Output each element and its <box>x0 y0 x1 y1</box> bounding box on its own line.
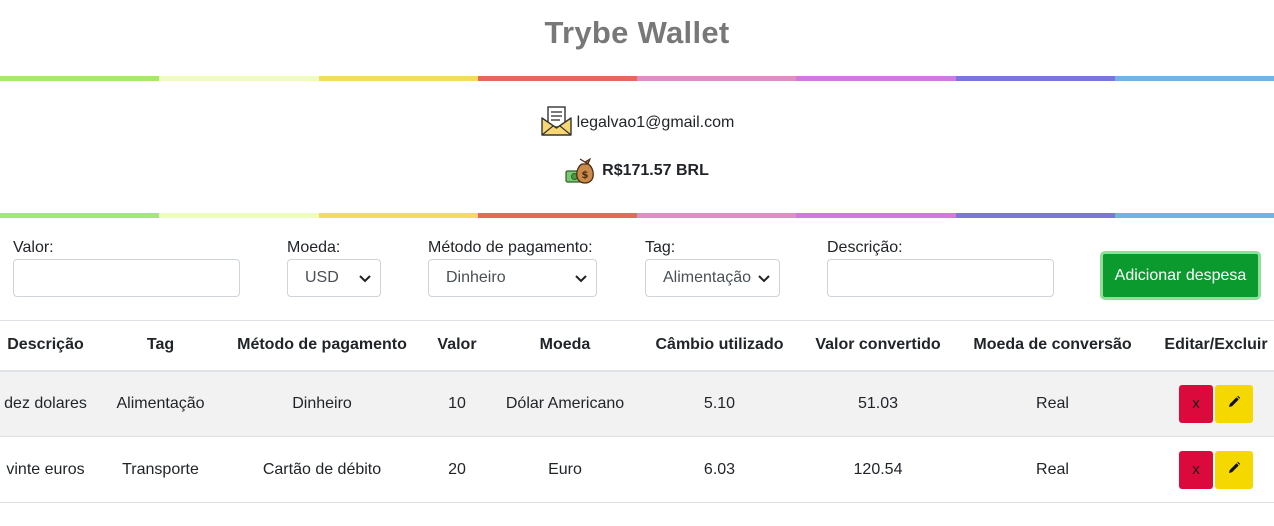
header-descricao: Descrição <box>0 320 91 372</box>
moeda-label: Moeda: <box>287 239 341 256</box>
cell-tag: Transporte <box>91 436 230 503</box>
descricao-input[interactable] <box>827 259 1054 297</box>
cell-conversao: Real <box>947 370 1158 437</box>
svg-text:$: $ <box>582 170 589 181</box>
tag-select-value: Alimentação <box>663 269 752 286</box>
email-row: legalvao1@gmail.com <box>540 105 735 142</box>
cell-acoes: x <box>1158 436 1274 503</box>
header-metodo: Método de pagamento <box>230 320 414 372</box>
header-moeda: Moeda <box>500 320 630 372</box>
wallet-total: R$171.57 BRL <box>602 162 709 179</box>
chevron-down-icon <box>358 271 372 285</box>
metodo-label: Método de pagamento: <box>428 239 593 256</box>
moeda-select-value: USD <box>305 269 339 286</box>
descricao-label: Descrição: <box>827 239 903 256</box>
valor-input[interactable] <box>13 259 240 297</box>
add-expense-button[interactable]: Adicionar despesa <box>1100 251 1261 300</box>
edit-button[interactable] <box>1215 384 1253 423</box>
tag-label: Tag: <box>645 239 676 256</box>
envelope-letter-icon <box>540 105 573 142</box>
header-acoes: Editar/Excluir <box>1158 320 1274 372</box>
cell-valor: 20 <box>414 436 500 503</box>
cell-acoes: x <box>1158 370 1274 437</box>
chevron-down-icon <box>757 271 771 285</box>
app-title: Trybe Wallet <box>544 15 730 50</box>
header-cambio: Câmbio utilizado <box>630 320 809 372</box>
chevron-down-icon <box>574 271 588 285</box>
cell-moeda: Euro <box>500 436 630 503</box>
cell-tag: Alimentação <box>91 370 230 437</box>
delete-button[interactable]: x <box>1179 384 1213 423</box>
cell-valor: 10 <box>414 370 500 437</box>
table-header-row: Descrição Tag Método de pagamento Valor … <box>0 320 1274 372</box>
header-conversao: Moeda de conversão <box>947 320 1158 372</box>
cell-descricao: dez dolares <box>0 370 91 437</box>
cell-convertido: 120.54 <box>809 436 947 503</box>
cell-cambio: 5.10 <box>630 370 809 437</box>
rainbow-divider-top <box>0 76 1274 81</box>
header-valor: Valor <box>414 320 500 372</box>
tag-select[interactable]: Alimentação <box>645 259 780 297</box>
header-convertido: Valor convertido <box>809 320 947 372</box>
pencil-icon <box>1227 395 1241 412</box>
table-row: vinte euros Transporte Cartão de débito … <box>0 436 1274 503</box>
total-row: $ R$171.57 BRL <box>565 154 709 188</box>
cell-descricao: vinte euros <box>0 436 91 503</box>
user-panel: legalvao1@gmail.com $ R$171.57 BRL <box>0 81 1274 213</box>
edit-button[interactable] <box>1215 450 1253 489</box>
cell-metodo: Dinheiro <box>230 370 414 437</box>
metodo-select[interactable]: Dinheiro <box>428 259 597 297</box>
expenses-table: Descrição Tag Método de pagamento Valor … <box>0 320 1274 503</box>
money-bag-icon: $ <box>565 153 597 190</box>
user-email: legalvao1@gmail.com <box>576 114 735 131</box>
moeda-select[interactable]: USD <box>287 259 381 297</box>
metodo-select-value: Dinheiro <box>446 269 506 286</box>
expense-form: Valor: Moeda: USD Método de pagamento: D… <box>0 218 1274 322</box>
cell-cambio: 6.03 <box>630 436 809 503</box>
valor-label: Valor: <box>13 239 54 256</box>
pencil-icon <box>1227 461 1241 478</box>
cell-conversao: Real <box>947 436 1158 503</box>
cell-metodo: Cartão de débito <box>230 436 414 503</box>
cell-moeda: Dólar Americano <box>500 370 630 437</box>
delete-button[interactable]: x <box>1179 450 1213 489</box>
cell-convertido: 51.03 <box>809 370 947 437</box>
table-row: dez dolares Alimentação Dinheiro 10 Dóla… <box>0 370 1274 437</box>
header-tag: Tag <box>91 320 230 372</box>
